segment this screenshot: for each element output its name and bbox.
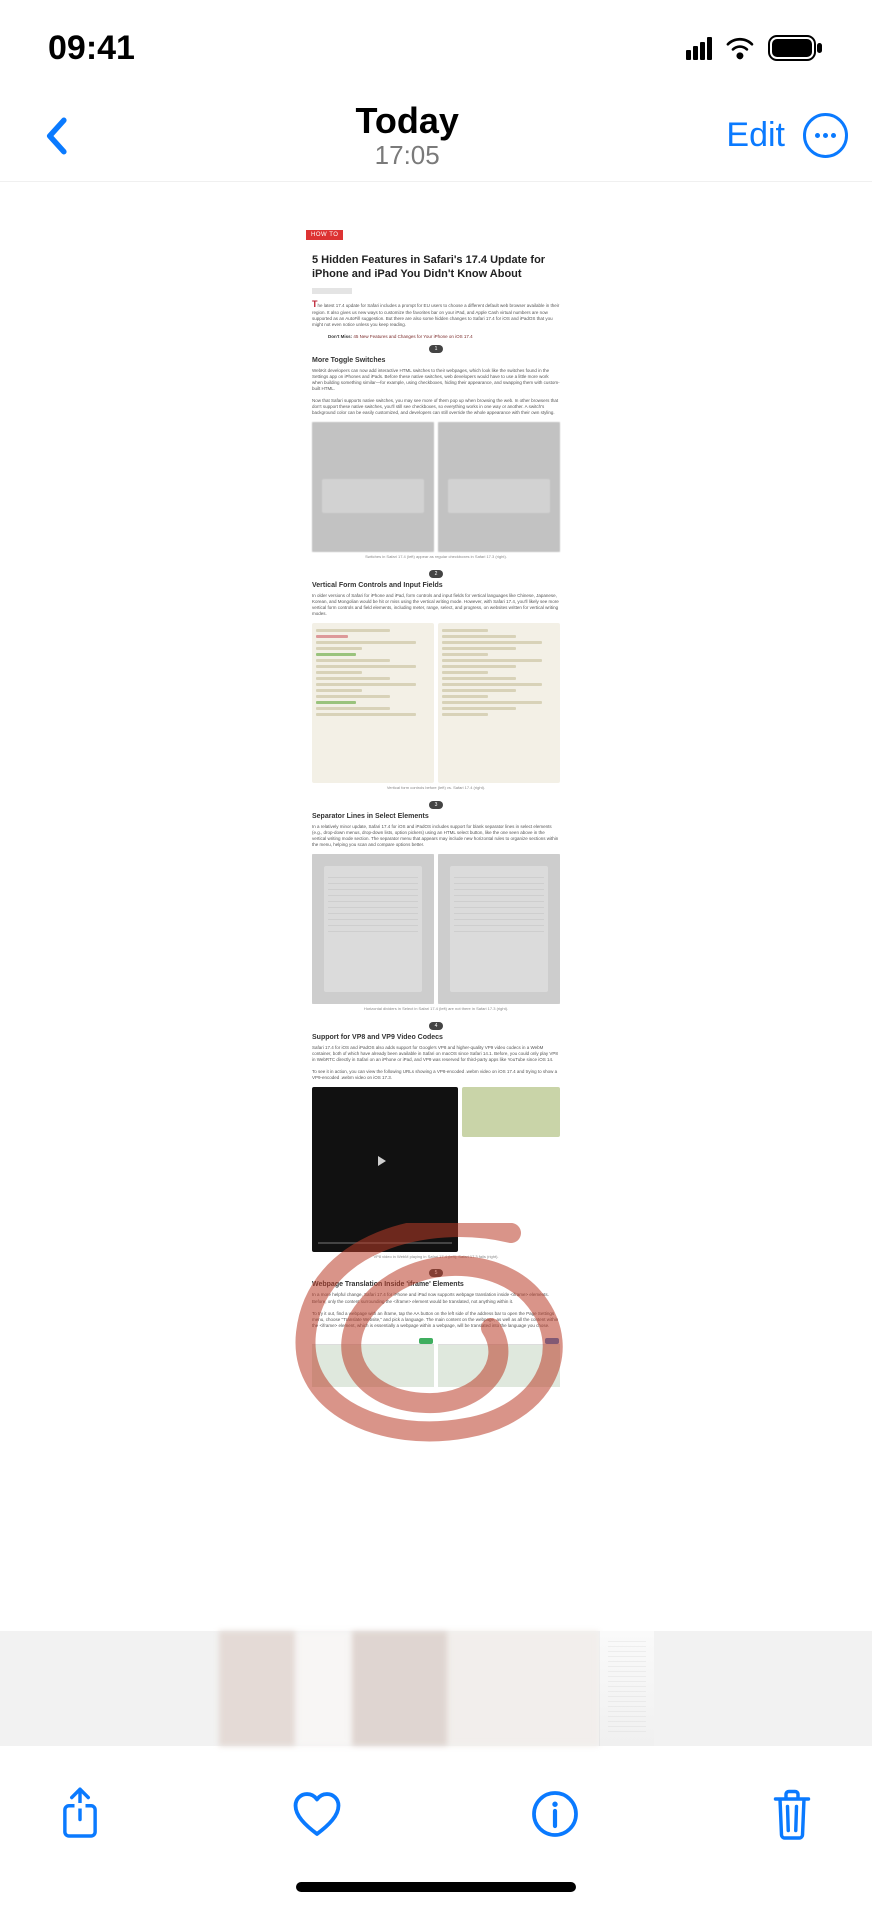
nav-title-block: Today 17:05 bbox=[356, 102, 459, 169]
wifi-icon bbox=[724, 36, 756, 60]
section-badge-4: 4 bbox=[429, 1022, 443, 1030]
section-4-title: Support for VP8 and VP9 Video Codecs bbox=[306, 1034, 566, 1041]
screenshot-image bbox=[438, 422, 560, 552]
section-badge-5: 5 bbox=[429, 1269, 443, 1277]
screenshot-image bbox=[438, 854, 560, 1004]
cellular-icon bbox=[686, 37, 712, 60]
section-badge-1: 1 bbox=[429, 345, 443, 353]
section-1-caption: Switches in Safari 17.4 (left) appear as… bbox=[306, 552, 566, 564]
section-3-p1: In a relatively minor update, Safari 17.… bbox=[306, 824, 566, 848]
section-1-p1: WebKit developers can now add interactiv… bbox=[306, 368, 566, 392]
category-tag: HOW TO bbox=[306, 230, 343, 240]
section-1-title: More Toggle Switches bbox=[306, 357, 566, 364]
dont-miss: Don't Miss: 45 New Features and Changes … bbox=[312, 334, 560, 339]
section-3-caption: Horizontal dividers in Select in Safari … bbox=[306, 1004, 566, 1016]
section-2-screenshots bbox=[306, 623, 566, 783]
section-4-screenshots bbox=[306, 1087, 566, 1252]
more-button[interactable] bbox=[803, 113, 848, 158]
home-indicator[interactable] bbox=[296, 1882, 576, 1892]
section-1-p2: Now that Safari supports native switches… bbox=[306, 398, 566, 416]
screenshot-viewer[interactable]: HOW TO 5 Hidden Features in Safari's 17.… bbox=[0, 218, 872, 1691]
section-5-p1: In a more helpful change, Safari 17.4 fo… bbox=[306, 1292, 566, 1304]
article-title: 5 Hidden Features in Safari's 17.4 Updat… bbox=[306, 254, 566, 282]
section-badge-2: 2 bbox=[429, 570, 443, 578]
screenshot-image bbox=[438, 1337, 560, 1387]
clock: 09:41 bbox=[48, 29, 135, 68]
section-1-screenshots bbox=[306, 422, 566, 552]
screenshot-image bbox=[312, 1337, 434, 1387]
info-button[interactable] bbox=[523, 1782, 587, 1846]
current-screenshot-thumb[interactable] bbox=[599, 1631, 654, 1746]
nav-bar: Today 17:05 Edit bbox=[0, 90, 872, 182]
section-4-p1: Safari 17.4 for iOS and iPadOS also adds… bbox=[306, 1045, 566, 1063]
thumbnail-strip[interactable] bbox=[0, 1631, 872, 1746]
section-badge-3: 3 bbox=[429, 801, 443, 809]
section-3-screenshots bbox=[306, 854, 566, 1004]
battery-icon bbox=[768, 35, 824, 61]
section-3-title: Separator Lines in Select Elements bbox=[306, 813, 566, 820]
section-2-p1: In older versions of Safari for iPhone a… bbox=[306, 593, 566, 617]
video-image bbox=[312, 1087, 458, 1252]
adjacent-screenshot-thumb[interactable] bbox=[219, 1631, 599, 1746]
byline bbox=[312, 288, 560, 294]
screenshot-image bbox=[312, 422, 434, 552]
status-bar: 09:41 bbox=[0, 18, 872, 78]
bottom-toolbar bbox=[0, 1754, 872, 1874]
intro-paragraph: The latest 17.4 update for Safari includ… bbox=[306, 298, 566, 328]
section-4-caption: VP8 video in WebM playing in Safari 17.4… bbox=[306, 1252, 566, 1264]
section-5-title: Webpage Translation Inside 'iframe' Elem… bbox=[306, 1281, 566, 1288]
captured-webpage: HOW TO 5 Hidden Features in Safari's 17.… bbox=[306, 218, 566, 1691]
code-image bbox=[312, 623, 434, 783]
favorite-button[interactable] bbox=[285, 1782, 349, 1846]
section-4-p2: To see it in action, you can view the fo… bbox=[306, 1069, 566, 1081]
video-thumb bbox=[462, 1087, 560, 1252]
back-button[interactable] bbox=[24, 104, 88, 168]
section-2-title: Vertical Form Controls and Input Fields bbox=[306, 582, 566, 589]
code-image bbox=[438, 623, 560, 783]
status-indicators bbox=[686, 35, 824, 61]
section-5-p2: To try it out, find a webpage with an if… bbox=[306, 1311, 566, 1329]
section-5-screenshots bbox=[306, 1337, 566, 1387]
page-subtitle: 17:05 bbox=[356, 142, 459, 169]
page-title: Today bbox=[356, 102, 459, 140]
edit-button[interactable]: Edit bbox=[726, 116, 785, 155]
section-2-caption: Vertical form controls before (left) vs.… bbox=[306, 783, 566, 795]
screenshot-image bbox=[312, 854, 434, 1004]
delete-button[interactable] bbox=[760, 1782, 824, 1846]
share-button[interactable] bbox=[48, 1782, 112, 1846]
